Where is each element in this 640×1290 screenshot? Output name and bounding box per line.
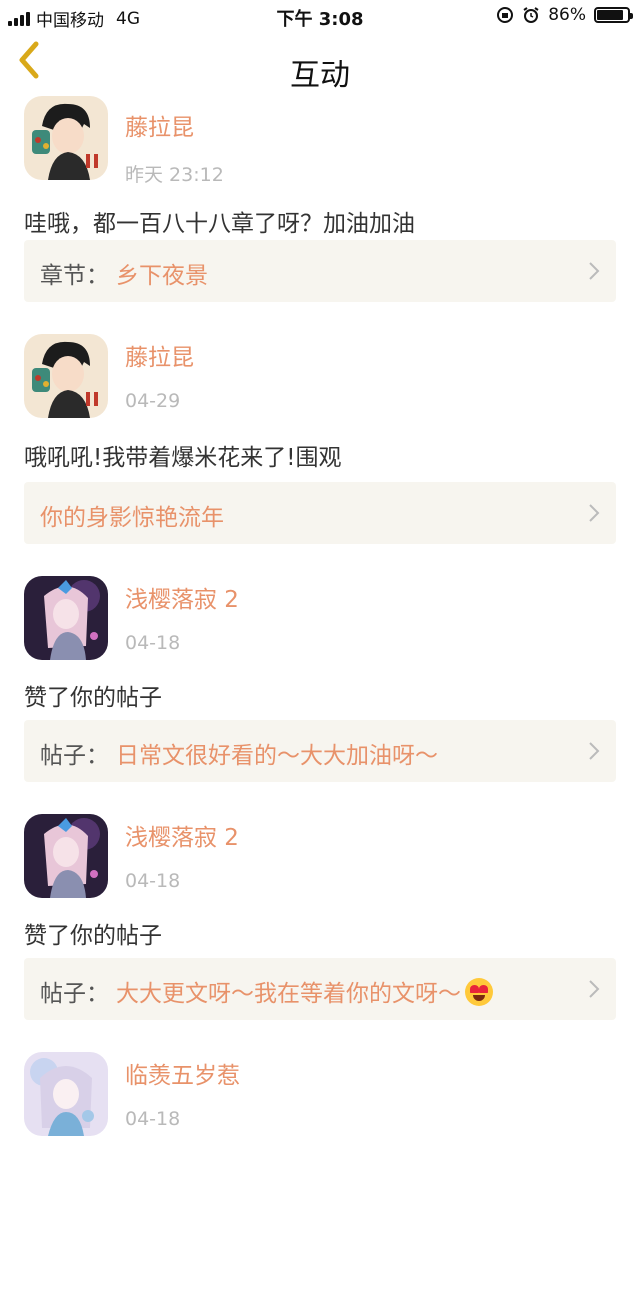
comment-text: 哇哦，都一百八十八章了呀？加油加油 (24, 211, 415, 237)
list-item: 藤拉昆 昨天 23:12 哇哦，都一百八十八章了呀？加油加油 章节： 乡下夜景 (0, 96, 640, 334)
rotation-lock-icon (497, 7, 514, 23)
battery-icon (594, 7, 633, 23)
status-bar: 中国移动 4G 下午 3:08 86% (0, 0, 640, 32)
comment-text: 赞了你的帖子 (24, 685, 162, 711)
avatar[interactable] (24, 576, 108, 660)
timestamp: 04-29 (125, 390, 181, 412)
battery-percent: 86% (548, 5, 586, 25)
reference-card[interactable]: 你的身影惊艳流年 (24, 482, 616, 544)
list-item: 浅樱落寂 2 04-18 赞了你的帖子 帖子： 大大更文呀～我在等着你的文呀～ (0, 814, 640, 1052)
timestamp: 04-18 (125, 632, 181, 654)
user-name[interactable]: 浅樱落寂 2 (125, 818, 239, 852)
chevron-right-icon (589, 742, 600, 760)
alarm-icon (523, 7, 539, 23)
user-name[interactable]: 临羡五岁惹 (125, 1056, 240, 1090)
chevron-right-icon (589, 262, 600, 280)
reference-value: 乡下夜景 (116, 263, 208, 289)
reference-label: 帖子： (40, 743, 109, 769)
reference-value: 大大更文呀～我在等着你的文呀～ (116, 981, 461, 1007)
comment-text: 赞了你的帖子 (24, 923, 162, 949)
user-name[interactable]: 藤拉昆 (125, 108, 194, 142)
reference-value: 你的身影惊艳流年 (40, 505, 224, 531)
timestamp: 04-18 (125, 870, 181, 892)
reference-label: 章节： (40, 263, 109, 289)
timestamp: 04-18 (125, 1108, 181, 1130)
chevron-right-icon (589, 980, 600, 998)
reference-value: 日常文很好看的～大大加油呀～ (116, 743, 438, 769)
reference-card[interactable]: 帖子： 大大更文呀～我在等着你的文呀～ (24, 958, 616, 1020)
heart-eyes-emoji-icon (465, 978, 493, 1006)
user-name[interactable]: 藤拉昆 (125, 338, 194, 372)
list-item: 藤拉昆 04-29 哦吼吼!我带着爆米花来了!围观 你的身影惊艳流年 (0, 334, 640, 572)
user-name[interactable]: 浅樱落寂 2 (125, 580, 239, 614)
list-item: 浅樱落寂 2 04-18 赞了你的帖子 帖子： 日常文很好看的～大大加油呀～ (0, 576, 640, 814)
avatar[interactable] (24, 334, 108, 418)
reference-value-wrap: 大大更文呀～我在等着你的文呀～ (116, 974, 493, 1008)
avatar[interactable] (24, 814, 108, 898)
chevron-right-icon (589, 504, 600, 522)
reference-card[interactable]: 帖子： 日常文很好看的～大大加油呀～ (24, 720, 616, 782)
avatar[interactable] (24, 96, 108, 180)
timestamp: 昨天 23:12 (125, 164, 224, 186)
nav-header: 互动 (0, 32, 640, 93)
comment-text: 哦吼吼!我带着爆米花来了!围观 (24, 445, 342, 471)
page-title: 互动 (290, 58, 350, 93)
list-item: 临羡五岁惹 04-18 (0, 1052, 640, 1290)
avatar[interactable] (24, 1052, 108, 1136)
reference-card[interactable]: 章节： 乡下夜景 (24, 240, 616, 302)
reference-label: 帖子： (40, 981, 109, 1007)
